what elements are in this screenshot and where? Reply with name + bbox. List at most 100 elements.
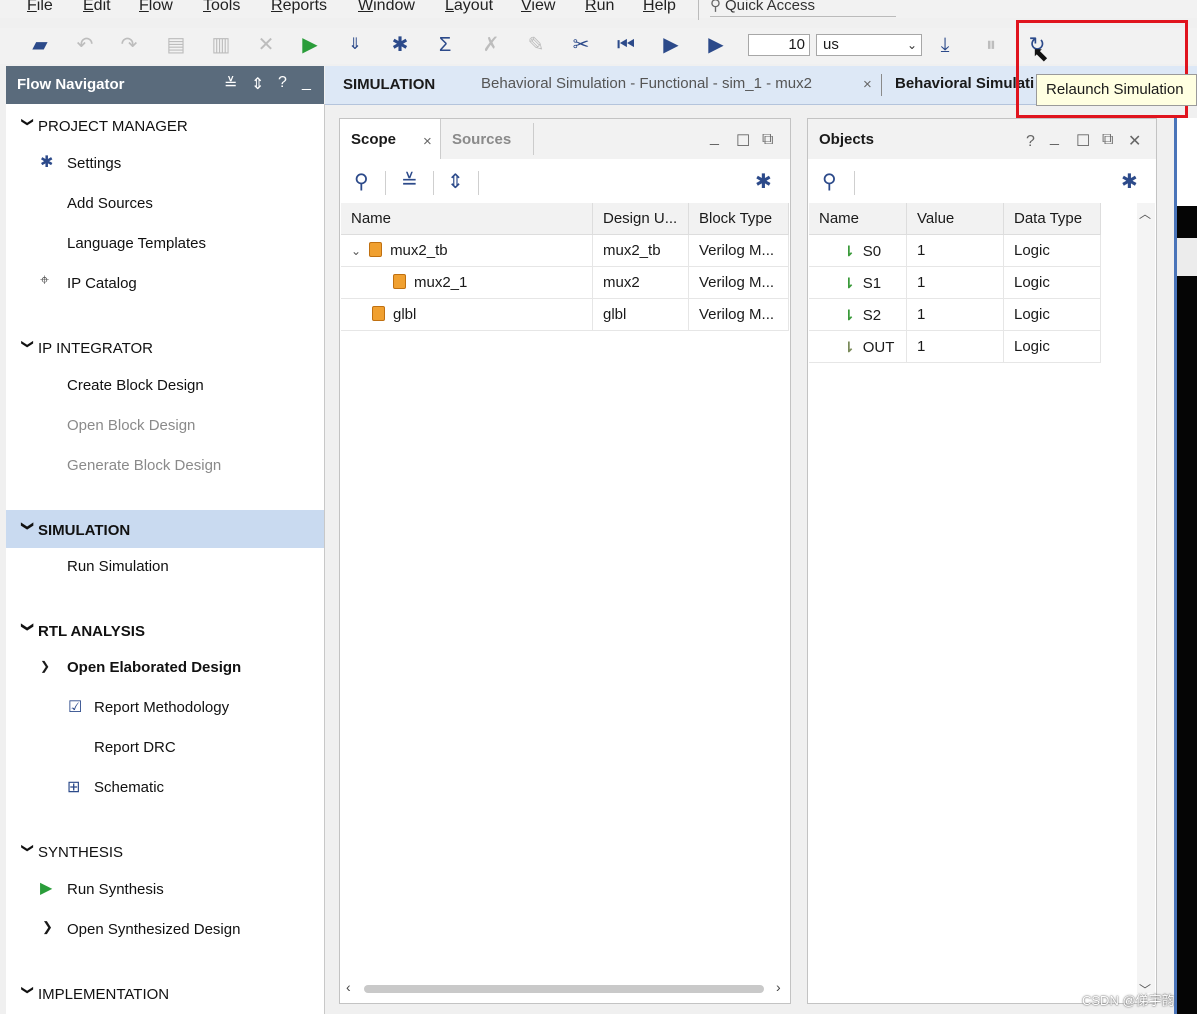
nav-settings[interactable]: Settings — [67, 155, 121, 172]
expand-all-icon[interactable]: ⇕ — [447, 169, 464, 194]
column-header-design-unit[interactable]: Design U... — [593, 203, 689, 235]
run-for-time-icon[interactable]: ▶ — [705, 34, 727, 56]
run-all-icon[interactable]: ▶ — [660, 34, 682, 56]
column-header-value[interactable]: Value — [907, 203, 1004, 235]
cut-icon[interactable]: ✂ — [570, 34, 592, 56]
table-row[interactable]: glbl — [341, 299, 593, 331]
table-row[interactable]: ⌄ mux2_tb — [341, 235, 593, 267]
chevron-right-icon[interactable]: ❯ — [42, 919, 53, 935]
column-header-data-type[interactable]: Data Type — [1004, 203, 1101, 235]
menu-edit[interactable]: Edit — [83, 0, 111, 15]
horizontal-scrollbar[interactable] — [364, 985, 764, 993]
clipboard-check-icon: ☑ — [68, 699, 83, 716]
menu-run[interactable]: Run — [585, 0, 614, 15]
column-header-block-type[interactable]: Block Type — [689, 203, 789, 235]
tab-scope[interactable]: Scope × — [340, 119, 441, 159]
undo-icon[interactable]: ↶ — [74, 34, 96, 56]
tab-behavioral-simulation-2[interactable]: Behavioral Simulati — [895, 75, 1034, 92]
float-icon[interactable]: ⧉ — [1102, 131, 1113, 149]
nav-open-synthesized-design[interactable]: Open Synthesized Design — [67, 921, 240, 938]
delete-icon[interactable]: ✕ — [255, 34, 277, 56]
run-icon[interactable]: ▶ — [299, 34, 321, 56]
run-time-input[interactable]: 10 — [748, 34, 810, 56]
gear-icon[interactable]: ✱ — [1121, 169, 1138, 194]
menu-window[interactable]: Window — [358, 0, 415, 15]
restart-icon[interactable]: ⏮ — [615, 34, 637, 56]
close-icon[interactable]: × — [863, 76, 872, 93]
scroll-right-icon[interactable]: › — [776, 979, 781, 995]
chevron-down-icon[interactable]: ❯ — [40, 659, 50, 673]
close-icon[interactable]: ✕ — [1128, 131, 1141, 151]
nav-generate-block-design[interactable]: Generate Block Design — [67, 457, 221, 474]
minimize-icon[interactable]: _ — [710, 129, 719, 147]
section-simulation[interactable]: ❯ SIMULATION — [18, 521, 131, 539]
gear-icon[interactable]: ✱ — [389, 34, 411, 56]
search-icon[interactable]: ⚲ — [354, 169, 369, 194]
nav-add-sources[interactable]: Add Sources — [67, 195, 153, 212]
section-label: SIMULATION — [38, 522, 131, 539]
row-value: 1 — [907, 267, 1004, 299]
nav-open-block-design[interactable]: Open Block Design — [67, 417, 195, 434]
nav-open-elaborated-design[interactable]: Open Elaborated Design — [67, 659, 241, 676]
chevron-down-icon[interactable]: ⌄ — [351, 244, 361, 258]
tab-behavioral-simulation-1[interactable]: Behavioral Simulation - Functional - sim… — [481, 75, 812, 92]
collapse-all-icon[interactable]: ≚ — [224, 74, 237, 94]
collapse-all-icon[interactable]: ≚ — [401, 169, 418, 194]
menu-tools[interactable]: Tools — [203, 0, 240, 15]
minimize-icon[interactable]: _ — [302, 74, 311, 92]
table-row[interactable]: ⇂ OUT — [809, 331, 907, 363]
maximize-icon[interactable]: ☐ — [1076, 131, 1090, 151]
maximize-icon[interactable]: ☐ — [736, 131, 750, 151]
open-folder-icon[interactable]: ▰ — [29, 34, 51, 56]
nav-create-block-design[interactable]: Create Block Design — [67, 377, 204, 394]
tab-sources[interactable]: Sources — [452, 131, 511, 148]
paste-icon[interactable]: ▥ — [210, 34, 232, 56]
help-icon[interactable]: ? — [278, 74, 287, 92]
menu-flow[interactable]: Flow — [139, 0, 173, 15]
minimize-icon[interactable]: _ — [1050, 129, 1059, 147]
table-row[interactable]: ⇂ S0 — [809, 235, 907, 267]
section-project-manager[interactable]: ❯ PROJECT MANAGER — [18, 117, 188, 135]
redo-icon[interactable]: ↷ — [118, 34, 140, 56]
help-icon[interactable]: ? — [1026, 133, 1035, 151]
table-row[interactable]: ⇂ S1 — [809, 267, 907, 299]
section-rtl-analysis[interactable]: ❯ RTL ANALYSIS — [18, 622, 145, 640]
step-icon[interactable]: ⤓ — [934, 34, 956, 56]
nav-report-methodology[interactable]: Report Methodology — [94, 699, 229, 716]
vertical-scrollbar[interactable] — [1137, 203, 1155, 993]
scroll-up-icon[interactable]: ︿ — [1139, 205, 1151, 222]
menu-view[interactable]: View — [521, 0, 555, 15]
table-row[interactable]: ⇂ S2 — [809, 299, 907, 331]
nav-language-templates[interactable]: Language Templates — [67, 235, 206, 252]
program-download-icon[interactable]: ⇓ — [344, 34, 366, 56]
section-implementation[interactable]: ❯ IMPLEMENTATION — [18, 985, 169, 1003]
column-header-name[interactable]: Name — [809, 203, 907, 235]
disabled-tool-icon[interactable]: ✗ — [480, 34, 502, 56]
close-icon[interactable]: × — [423, 133, 432, 150]
pause-icon[interactable]: ⏸ — [980, 34, 1002, 56]
menu-file[interactable]: File — [27, 0, 53, 15]
column-header-name[interactable]: Name — [341, 203, 593, 235]
nav-ip-catalog[interactable]: IP Catalog — [67, 275, 137, 292]
sigma-icon[interactable]: Σ — [434, 34, 456, 56]
search-icon[interactable]: ⚲ — [822, 169, 837, 194]
nav-schematic[interactable]: Schematic — [94, 779, 164, 796]
nav-run-synthesis[interactable]: Run Synthesis — [67, 881, 164, 898]
copy-icon[interactable]: ▤ — [165, 34, 187, 56]
table-row[interactable]: mux2_1 — [341, 267, 593, 299]
gear-icon[interactable]: ✱ — [755, 169, 772, 194]
nav-run-simulation[interactable]: Run Simulation — [67, 558, 169, 575]
section-synthesis[interactable]: ❯ SYNTHESIS — [18, 843, 123, 861]
time-unit-select[interactable]: us ⌄ — [816, 34, 922, 56]
nav-report-drc[interactable]: Report DRC — [94, 739, 176, 756]
menu-help[interactable]: Help — [643, 0, 676, 15]
quick-access-field[interactable]: ⚲ Quick Access — [710, 0, 896, 17]
float-icon[interactable]: ⧉ — [762, 131, 773, 149]
menu-layout[interactable]: Layout — [445, 0, 493, 15]
scroll-left-icon[interactable]: ‹ — [346, 979, 351, 995]
expand-all-icon[interactable]: ⇕ — [251, 74, 264, 94]
waveform-canvas[interactable] — [1177, 206, 1197, 1014]
section-ip-integrator[interactable]: ❯ IP INTEGRATOR — [18, 339, 153, 357]
pencil-icon[interactable]: ✎ — [525, 34, 547, 56]
menu-reports[interactable]: Reports — [271, 0, 327, 15]
